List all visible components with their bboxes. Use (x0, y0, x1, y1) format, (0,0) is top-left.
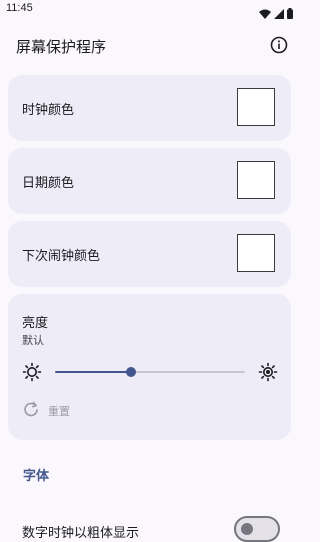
reset-button[interactable]: 重置 (22, 400, 70, 422)
app-bar: 屏幕保护程序 (0, 28, 300, 64)
info-button[interactable] (268, 36, 290, 58)
date-color-swatch[interactable] (237, 161, 275, 199)
toggle-knob (241, 523, 253, 535)
status-icons (259, 4, 293, 23)
font-section-header: 字体 (23, 469, 50, 484)
signal-icon (274, 4, 284, 23)
slider-track-inactive (131, 371, 245, 373)
brightness-slider-thumb[interactable] (126, 367, 136, 377)
reset-icon (22, 400, 40, 422)
setting-label: 日期颜色 (22, 176, 75, 191)
bold-digital-clock-label: 数字时钟以粗体显示 (22, 526, 140, 541)
next-alarm-color-setting[interactable]: 下次闹钟颜色 (8, 221, 291, 287)
bold-digital-clock-toggle[interactable] (234, 516, 280, 542)
brightness-setting: 亮度 默认 重置 (8, 294, 291, 440)
setting-label: 时钟颜色 (22, 103, 75, 118)
brightness-subtitle: 默认 (22, 334, 44, 347)
info-icon (270, 36, 288, 58)
page-title: 屏幕保护程序 (16, 38, 107, 56)
brightness-low-icon (22, 362, 42, 386)
reset-label: 重置 (48, 405, 70, 418)
slider-track-active (55, 371, 131, 373)
next-alarm-color-swatch[interactable] (237, 234, 275, 272)
clock-color-swatch[interactable] (237, 88, 275, 126)
setting-label: 下次闹钟颜色 (22, 249, 101, 264)
battery-icon (287, 4, 293, 23)
wifi-icon (259, 4, 271, 23)
clock-color-setting[interactable]: 时钟颜色 (8, 75, 291, 141)
brightness-slider-row (8, 360, 291, 384)
date-color-setting[interactable]: 日期颜色 (8, 148, 291, 214)
status-bar: 11:45 (0, 0, 300, 20)
brightness-high-icon (258, 362, 278, 386)
status-time: 11:45 (6, 2, 33, 14)
brightness-title: 亮度 (22, 316, 49, 331)
